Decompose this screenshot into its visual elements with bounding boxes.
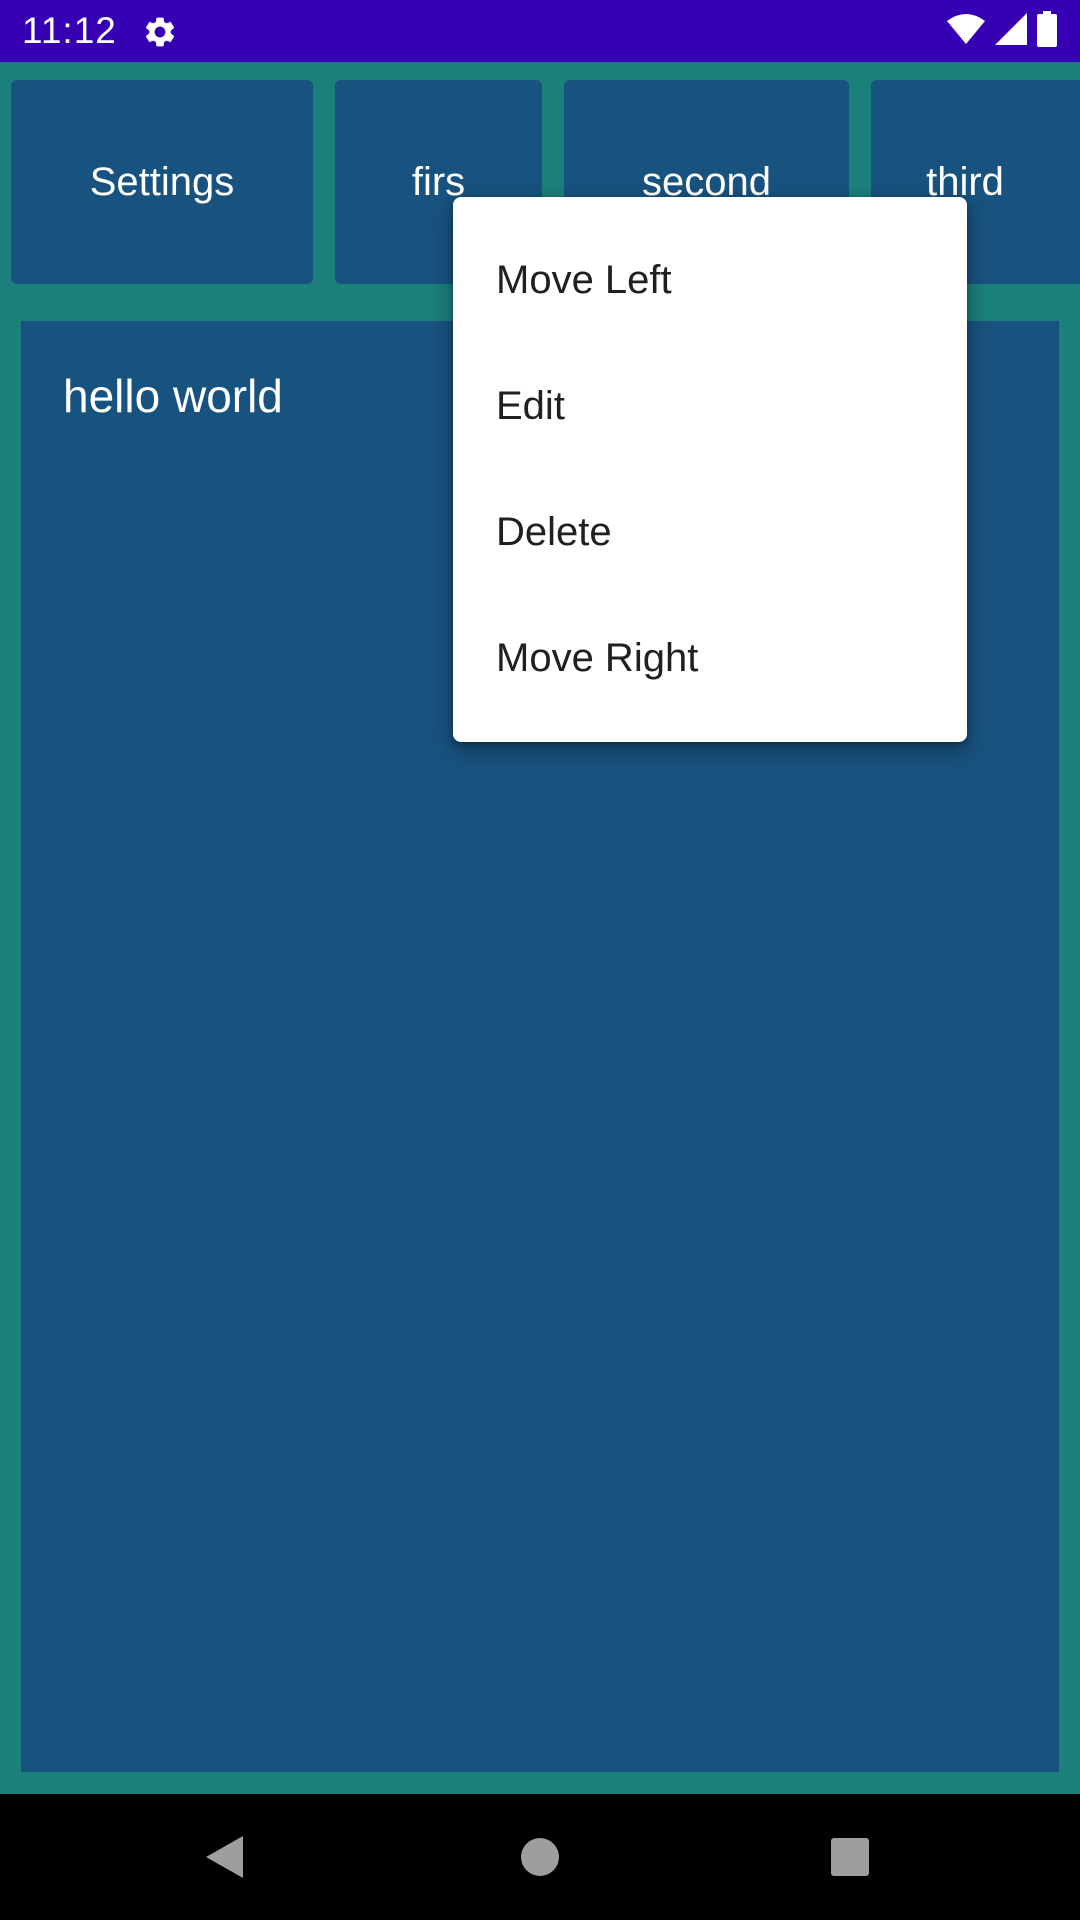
menu-item-label: Move Left (496, 257, 672, 302)
content-text: hello world (63, 370, 283, 422)
status-time: 11:12 (22, 10, 117, 51)
cell-signal-icon (994, 12, 1028, 51)
wifi-icon (946, 12, 986, 51)
menu-item-edit[interactable]: Edit (453, 343, 967, 469)
tab-label: Settings (89, 159, 235, 204)
battery-icon (1036, 10, 1058, 52)
menu-item-label: Move Right (496, 635, 699, 680)
status-bar: 11:12 (0, 0, 1080, 62)
recents-icon[interactable] (817, 1824, 883, 1890)
settings-gear-icon (142, 14, 178, 50)
status-icons (946, 10, 1058, 52)
app-screen: 11:12 Settings firs second third hello w… (0, 0, 1080, 1920)
menu-item-move-left[interactable]: Move Left (453, 217, 967, 343)
menu-item-delete[interactable]: Delete (453, 469, 967, 595)
menu-item-move-right[interactable]: Move Right (453, 595, 967, 721)
back-icon[interactable] (192, 1824, 258, 1890)
home-icon[interactable] (507, 1824, 573, 1890)
menu-item-label: Edit (496, 383, 565, 428)
context-menu: Move Left Edit Delete Move Right (453, 197, 967, 742)
tab-settings[interactable]: Settings (11, 80, 313, 284)
navigation-bar (0, 1794, 1080, 1920)
menu-item-label: Delete (496, 509, 612, 554)
